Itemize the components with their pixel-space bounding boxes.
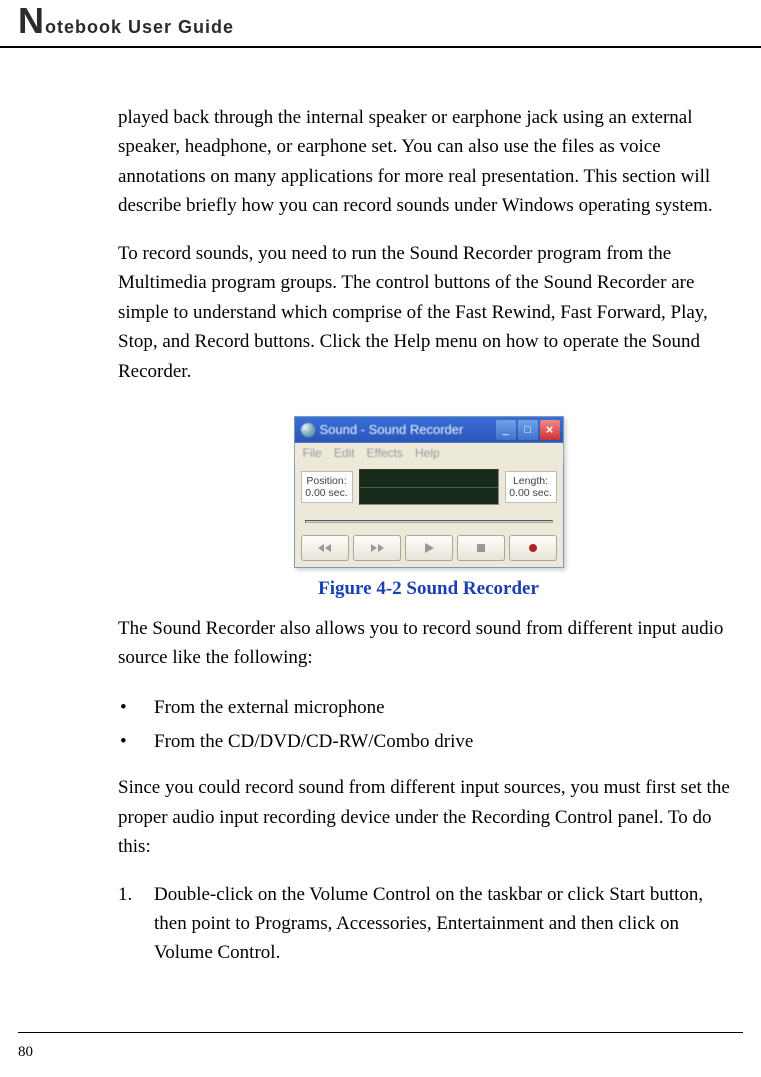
recorder-body: Position: 0.00 sec. Length: 0.00 sec. [295,463,563,567]
close-button[interactable]: × [540,420,560,440]
stop-button[interactable] [457,535,505,561]
page-header: Notebook User Guide [0,0,761,48]
position-value: 0.00 sec. [302,487,352,499]
paragraph-4: Since you could record sound from differ… [118,773,739,861]
play-button[interactable] [405,535,453,561]
seek-slider[interactable] [301,513,557,529]
header-title: Notebook User Guide [18,17,234,37]
length-value: 0.00 sec. [506,487,556,499]
paragraph-3: The Sound Recorder also allows you to re… [118,614,739,673]
menu-effects[interactable]: Effects [367,446,403,460]
window-title: Sound - Sound Recorder [320,422,464,437]
app-icon [301,423,315,437]
header-title-big: N [18,0,45,41]
forward-button[interactable] [353,535,401,561]
paragraph-1: played back through the internal speaker… [118,103,739,221]
page-content: played back through the internal speaker… [0,48,761,968]
menubar: File Edit Effects Help [295,443,563,463]
step-text: Double-click on the Volume Control on th… [154,880,739,968]
list-item: From the external microphone [118,691,739,725]
page-number: 80 [18,1044,33,1061]
menu-help[interactable]: Help [415,446,440,460]
figure-caption: Figure 4-2 Sound Recorder [118,578,739,600]
figure-sound-recorder: Sound - Sound Recorder _ □ × File Edit E… [118,416,739,568]
step-number: 1. [118,880,154,968]
maximize-button[interactable]: □ [518,420,538,440]
bullet-list: From the external microphone From the CD… [118,691,739,759]
window-buttons: _ □ × [496,420,560,440]
control-buttons [301,535,557,561]
display-row: Position: 0.00 sec. Length: 0.00 sec. [301,469,557,505]
paragraph-2: To record sounds, you need to run the So… [118,239,739,386]
rewind-button[interactable] [301,535,349,561]
footer-rule [18,1032,743,1033]
waveform-display [359,469,499,505]
position-label: Position: [302,475,352,487]
step-1: 1. Double-click on the Volume Control on… [118,880,739,968]
length-label: Length: [506,475,556,487]
menu-file[interactable]: File [303,446,322,460]
minimize-button[interactable]: _ [496,420,516,440]
list-item: From the CD/DVD/CD-RW/Combo drive [118,725,739,759]
menu-edit[interactable]: Edit [334,446,355,460]
header-title-rest: otebook User Guide [45,17,234,37]
sound-recorder-window: Sound - Sound Recorder _ □ × File Edit E… [294,416,564,568]
length-box: Length: 0.00 sec. [505,471,557,503]
record-button[interactable] [509,535,557,561]
position-box: Position: 0.00 sec. [301,471,353,503]
titlebar: Sound - Sound Recorder _ □ × [295,417,563,443]
titlebar-left: Sound - Sound Recorder [301,422,464,437]
